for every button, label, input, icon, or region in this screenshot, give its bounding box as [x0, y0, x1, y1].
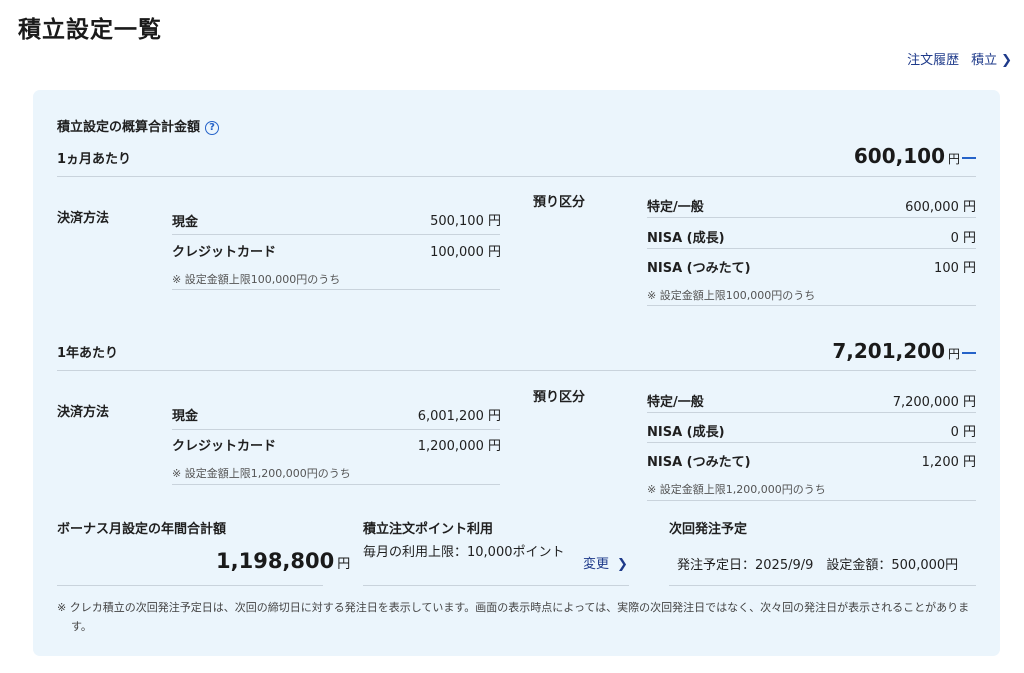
year-nisa-tsumi-label: NISA (つみたて): [647, 455, 751, 470]
divider: [57, 585, 323, 586]
month-label: 1ヵ月あたり: [57, 152, 132, 167]
year-total-unit: 円: [947, 347, 960, 361]
bonus-total-unit: 円: [337, 557, 351, 572]
month-nisa-growth-label: NISA (成長): [647, 231, 725, 246]
year-nisa-growth-label: NISA (成長): [647, 425, 725, 440]
divider: [647, 248, 976, 249]
summary-panel: 積立設定の概算合計金額? 1ヵ月あたり 600,100 円 決済方法 現金 500…: [33, 90, 1000, 656]
year-credit-note: ※ 設定金額上限1,200,000円のうち: [172, 467, 351, 480]
summary-title-text: 積立設定の概算合計金額: [57, 120, 201, 135]
tsumitate-link[interactable]: 積立 ❯: [971, 49, 1012, 68]
divider: [57, 370, 976, 371]
top-links: 注文履歴 積立 ❯: [907, 49, 1012, 68]
month-cash-value: 500,100 円: [430, 214, 501, 229]
points-title: 積立注文ポイント利用: [363, 522, 494, 537]
bonus-total: 1,198,800 円: [216, 549, 350, 573]
month-total-unit: 円: [947, 152, 960, 166]
collapse-year-icon[interactable]: [962, 352, 976, 354]
tsumitate-link-label: 積立: [971, 53, 998, 68]
year-cash-label: 現金: [172, 409, 199, 424]
year-credit-label: クレジットカード: [172, 439, 277, 454]
year-account-label: 預り区分: [533, 390, 586, 405]
month-nisa-tsumi-value: 100 円: [934, 261, 976, 276]
month-credit-label: クレジットカード: [172, 245, 277, 260]
year-general-value: 7,200,000 円: [892, 395, 976, 410]
year-payment-label: 決済方法: [57, 405, 110, 420]
month-nisa-growth-value: 0 円: [950, 231, 976, 246]
next-order-title: 次回発注予定: [669, 522, 748, 537]
summary-title: 積立設定の概算合計金額?: [57, 116, 220, 135]
divider: [647, 412, 976, 413]
bonus-title: ボーナス月設定の年間合計額: [57, 522, 227, 537]
year-credit-value: 1,200,000 円: [417, 439, 501, 454]
month-total: 600,100 円: [854, 144, 960, 168]
order-history-link[interactable]: 注文履歴: [907, 49, 959, 68]
divider: [172, 429, 500, 430]
bonus-total-value: 1,198,800: [216, 549, 335, 573]
divider: [669, 585, 976, 586]
year-total-value: 7,201,200: [832, 339, 945, 363]
divider: [363, 585, 629, 586]
year-cash-value: 6,001,200 円: [417, 409, 501, 424]
month-cash-label: 現金: [172, 215, 199, 230]
divider: [647, 500, 976, 501]
month-nisa-tsumi-label: NISA (つみたて): [647, 261, 751, 276]
year-nisa-growth-value: 0 円: [950, 425, 976, 440]
year-general-label: 特定/一般: [647, 395, 704, 410]
month-general-label: 特定/一般: [647, 200, 704, 215]
divider: [647, 305, 976, 306]
collapse-month-icon[interactable]: [962, 157, 976, 159]
points-change-link[interactable]: 変更 ❯: [583, 553, 628, 572]
divider: [647, 442, 976, 443]
chevron-right-icon: ❯: [617, 557, 628, 572]
divider: [172, 484, 500, 485]
divider: [172, 289, 500, 290]
points-limit-text: 毎月の利用上限：10,000ポイント: [363, 545, 565, 560]
help-icon[interactable]: ?: [205, 121, 220, 135]
divider: [647, 217, 976, 218]
points-change-label: 変更: [583, 557, 610, 572]
year-total: 7,201,200 円: [832, 339, 960, 363]
year-nisa-note: ※ 設定金額上限1,200,000円のうち: [647, 483, 826, 496]
month-nisa-note: ※ 設定金額上限100,000円のうち: [647, 289, 816, 302]
month-credit-note: ※ 設定金額上限100,000円のうち: [172, 273, 341, 286]
month-general-value: 600,000 円: [905, 200, 976, 215]
year-label: 1年あたり: [57, 346, 119, 361]
page-title: 積立設定一覧: [18, 17, 162, 43]
footnote: ※ クレカ積立の次回発注予定日は、次回の締切日に対する発注日を表示しています。画…: [57, 601, 970, 633]
month-total-value: 600,100: [853, 144, 945, 168]
divider: [172, 234, 500, 235]
chevron-right-icon: ❯: [1001, 53, 1012, 68]
month-account-label: 預り区分: [533, 195, 586, 210]
next-order-text: 発注予定日：2025/9/9 設定金額：500,000円: [677, 558, 959, 573]
year-nisa-tsumi-value: 1,200 円: [921, 455, 976, 470]
month-credit-value: 100,000 円: [430, 245, 501, 260]
divider: [57, 176, 976, 177]
month-payment-label: 決済方法: [57, 211, 110, 226]
